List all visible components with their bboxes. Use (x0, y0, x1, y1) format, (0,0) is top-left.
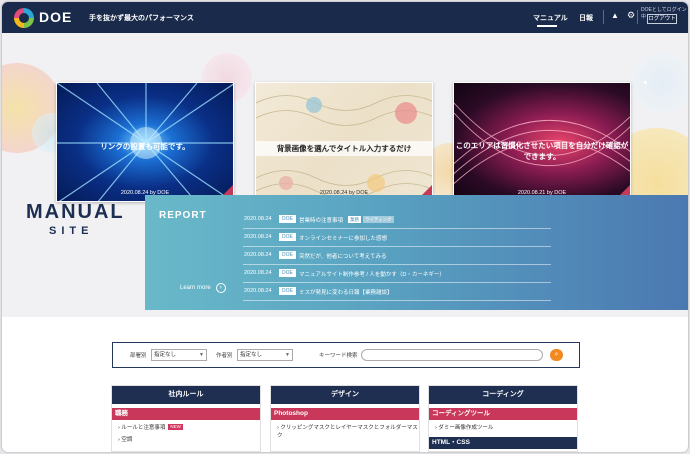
column-subheader[interactable]: Photoshop (271, 408, 419, 420)
report-date: 2020.08.24 (244, 270, 272, 276)
nav-manual[interactable]: マニュアル (533, 13, 568, 27)
slider-indicator[interactable] (644, 81, 647, 84)
report-title: REPORT (159, 210, 207, 221)
report-item[interactable]: 2020.08.24 DOE ミスが発見に変わる日報【業務雑談】 (243, 283, 551, 301)
tagline: 手を抜かず最大のパフォーマンス (89, 15, 194, 22)
column-link[interactable]: › ルールと注意事項 NEW (112, 420, 260, 432)
slide-card[interactable]: リンクの設置も可能です。 2020.08.24 by DOE (56, 82, 234, 202)
column-link[interactable]: › ダミー画像作成ツール (429, 420, 577, 432)
report-item[interactable]: 2020.08.24 DOE 営業時の注意事項 業務 ライティング (243, 211, 551, 229)
learn-more-link[interactable]: Learn more › (180, 283, 226, 293)
column-header[interactable]: コーディング (429, 386, 577, 404)
column-link[interactable]: › クリッピングマスクとレイヤーマスクとフォルダーマスク (271, 420, 419, 440)
site-title: MANUAL (26, 201, 125, 223)
report-title-text: ミスが発見に変わる日報【業務雑談】 (299, 290, 393, 296)
site-subtitle: SITE (49, 225, 94, 237)
category-badge: 業務 (348, 216, 362, 223)
report-section: REPORT Learn more › 2020.08.24 DOE 営業時の注意… (145, 195, 688, 310)
header-divider (637, 10, 638, 24)
dept-filter-select[interactable]: 指定なし ▼ (151, 349, 207, 361)
column-subheader[interactable]: 職務 (112, 408, 260, 420)
chevron-down-icon: ▼ (285, 352, 290, 358)
keyword-label: キーワード検索 (319, 353, 358, 359)
report-date: 2020.08.24 (244, 288, 272, 294)
column-subheader[interactable]: HTML・CSS (429, 437, 577, 449)
category-column-coding: コーディング コーディングツール › ダミー画像作成ツール HTML・CSS (428, 385, 578, 452)
category-badge: ライティング (363, 216, 394, 223)
report-item[interactable]: 2020.08.24 DOE 突然だが、他者について考えてみる (243, 247, 551, 265)
decorative-bubble (632, 53, 688, 113)
author-tag: DOE (279, 233, 296, 241)
slide-card[interactable]: このエリアは習慣化させたい項目を自分だけ確認が できます。 2020.08.21… (453, 82, 631, 202)
report-title-text: 営業時の注意事項 業務 ライティング (299, 216, 394, 224)
logo-icon[interactable] (14, 8, 34, 28)
user-icon[interactable]: ▲ (611, 11, 619, 20)
author-filter-label: 作者別 (216, 353, 233, 359)
column-header[interactable]: デザイン (271, 386, 419, 404)
dept-filter-label: 部署別 (130, 353, 147, 359)
logout-button[interactable]: ログアウト (647, 14, 677, 24)
report-item[interactable]: 2020.08.24 DOE オンラインセミナーに参加した感想 (243, 229, 551, 247)
category-column-rules: 社内ルール 職務 › ルールと注意事項 NEW › 空調 (111, 385, 261, 452)
nav-diary[interactable]: 日報 (579, 13, 593, 23)
search-icon: ⌕ (554, 351, 559, 358)
report-title-text: マニュアルサイト制作参考 / 人を動かす（D・カーネギー） (299, 272, 445, 278)
author-tag: DOE (279, 269, 296, 277)
browser-frame: DOE 手を抜かず最大のパフォーマンス マニュアル 日報 ▲ ⚙ DOEとしてロ… (2, 2, 688, 452)
search-panel: 部署別 指定なし ▼ 作者別 指定なし ▼ キーワード検索 ⌕ (112, 342, 580, 368)
category-column-design: デザイン Photoshop › クリッピングマスクとレイヤーマスクとフォルダー… (270, 385, 420, 452)
slide-caption: このエリアは習慣化させたい項目を自分だけ確認が できます。 (455, 141, 629, 161)
report-date: 2020.08.24 (244, 234, 272, 240)
column-link[interactable]: › 空調 (112, 432, 260, 444)
keyword-search-input[interactable] (361, 349, 543, 361)
report-title-text: オンラインセミナーに参加した感想 (299, 236, 388, 242)
author-tag: DOE (279, 215, 296, 223)
header-divider (603, 10, 604, 24)
column-header[interactable]: 社内ルール (112, 386, 260, 404)
slide-caption: リンクの設置も可能です。 (100, 142, 190, 151)
report-item[interactable]: 2020.08.24 DOE マニュアルサイト制作参考 / 人を動かす（D・カー… (243, 265, 551, 283)
search-button[interactable]: ⌕ (550, 349, 563, 361)
slide-caption: 背景画像を選んでタイトル入力するだけ (256, 141, 432, 156)
gear-icon[interactable]: ⚙ (627, 10, 635, 21)
brand-name[interactable]: DOE (39, 9, 72, 25)
report-date: 2020.08.24 (244, 216, 272, 222)
author-tag: DOE (279, 287, 296, 295)
arrow-right-icon: › (215, 283, 226, 293)
author-filter-select[interactable]: 指定なし ▼ (237, 349, 293, 361)
new-badge: NEW (168, 424, 183, 430)
chevron-down-icon: ▼ (199, 352, 204, 358)
report-date: 2020.08.24 (244, 252, 272, 258)
report-title-text: 突然だが、他者について考えてみる (299, 254, 387, 260)
top-header: DOE 手を抜かず最大のパフォーマンス マニュアル 日報 ▲ ⚙ DOEとしてロ… (2, 2, 688, 33)
author-tag: DOE (279, 251, 296, 259)
slide-card[interactable]: 背景画像を選んでタイトル入力するだけ 2020.08.24 by DOE (255, 82, 433, 202)
column-subheader[interactable]: コーディングツール (429, 408, 577, 420)
